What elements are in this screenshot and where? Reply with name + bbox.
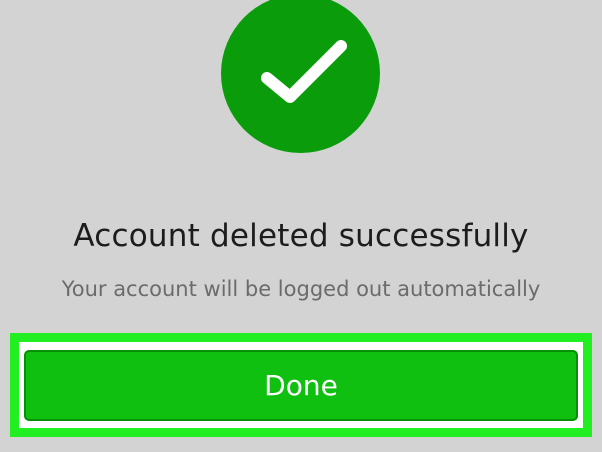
done-button[interactable]: Done (24, 350, 578, 421)
status-subtitle: Your account will be logged out automati… (61, 277, 541, 301)
success-checkmark-badge (221, 0, 380, 153)
status-title: Account deleted successfully (73, 218, 529, 254)
checkmark-icon (261, 40, 347, 103)
